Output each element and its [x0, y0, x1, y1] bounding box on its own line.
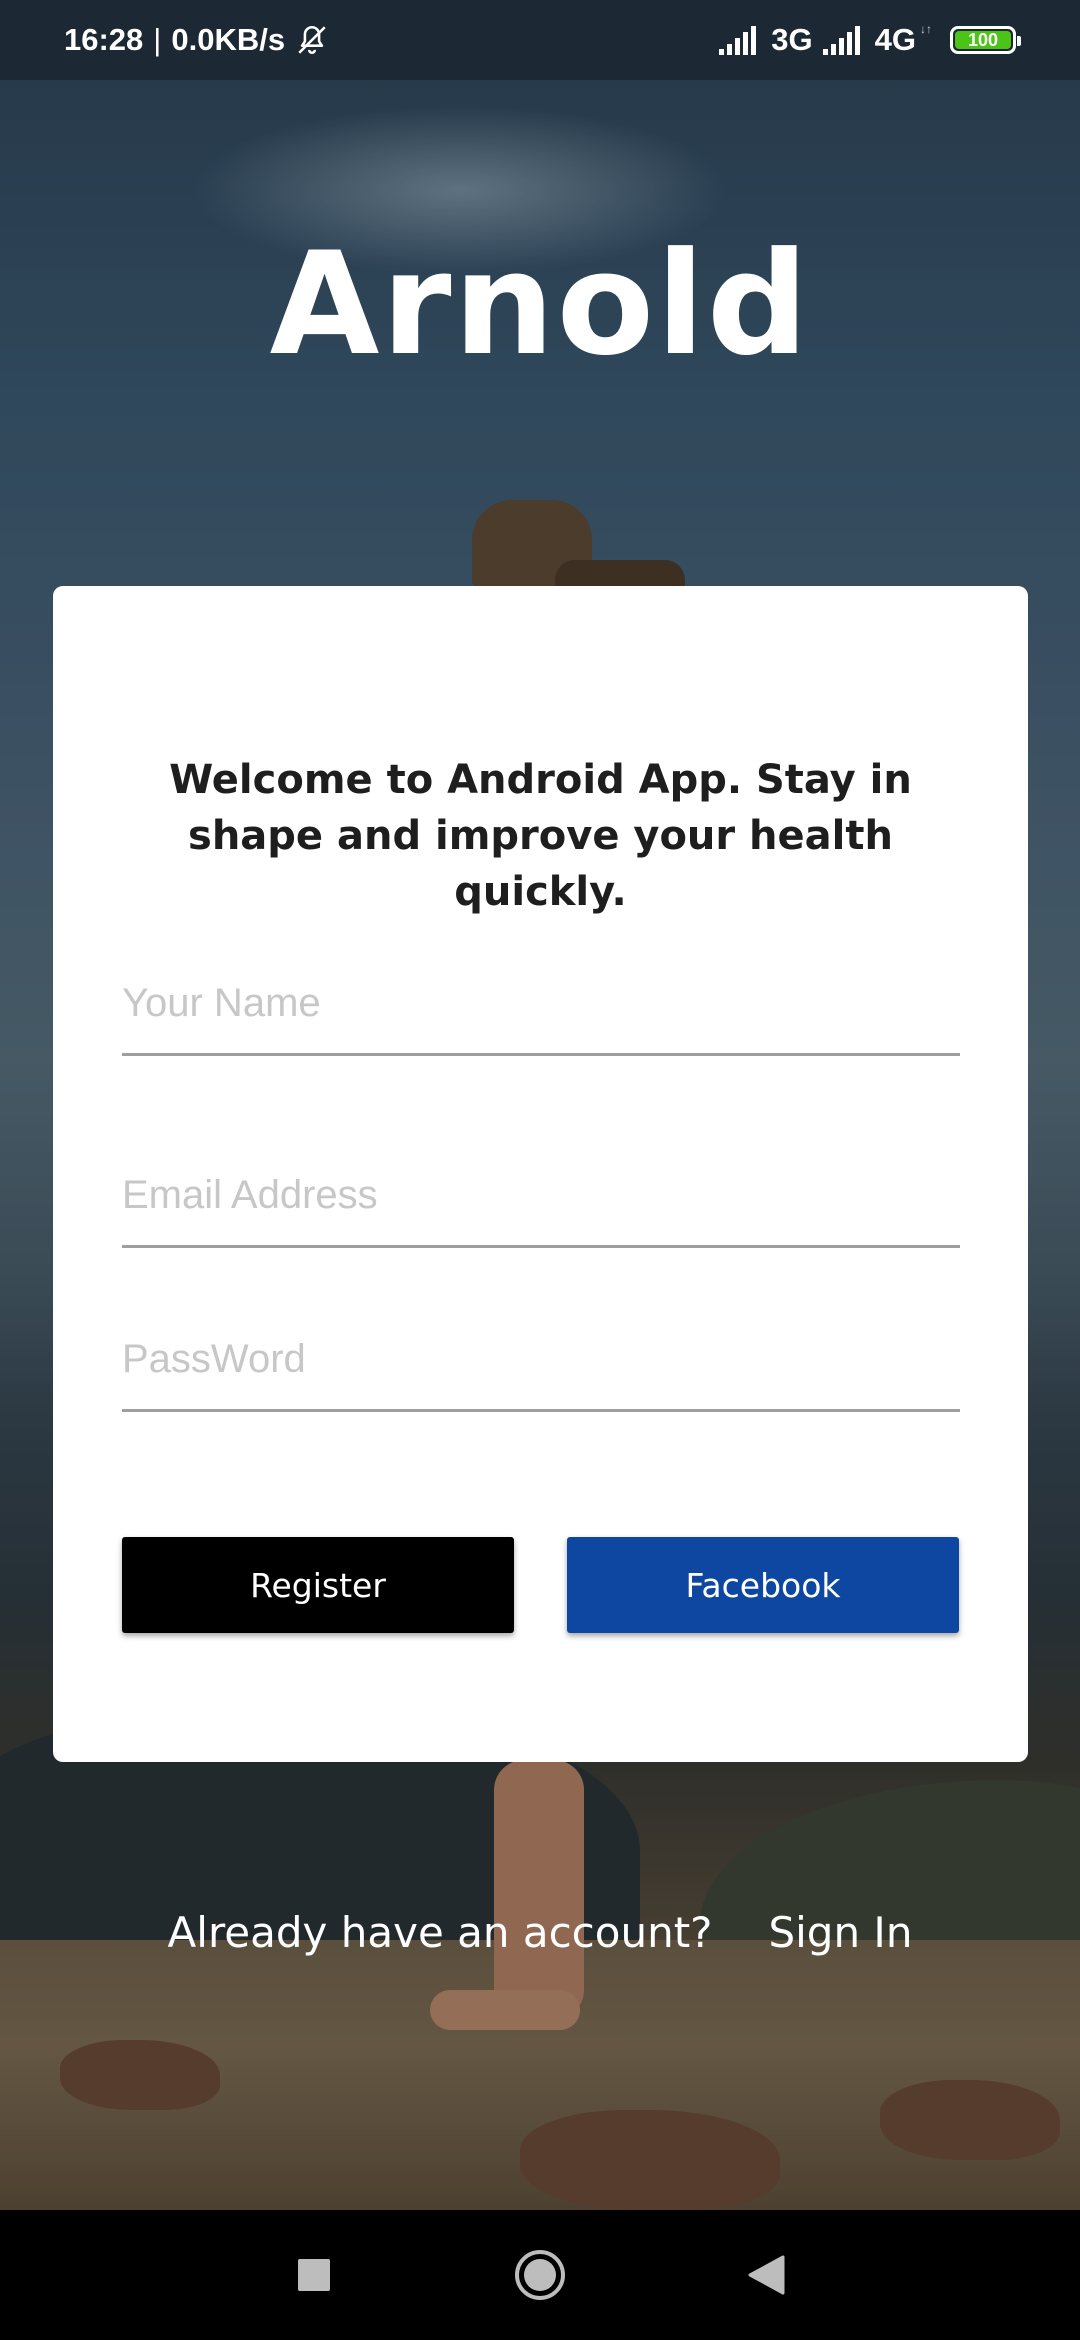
status-time: 16:28	[64, 22, 144, 57]
register-button[interactable]: Register	[122, 1537, 514, 1633]
battery-tip	[1017, 36, 1021, 46]
battery-icon: 100	[950, 26, 1021, 54]
facebook-button[interactable]: Facebook	[567, 1537, 959, 1633]
app-title: Arnold	[269, 222, 811, 387]
status-right: 3G 4G ↓↑ 100	[719, 22, 1021, 58]
bell-off-icon	[298, 25, 326, 54]
network-activity: ↓↑	[920, 22, 932, 36]
signin-question: Already have an account?	[167, 1908, 713, 1957]
circle-home-icon	[515, 2250, 565, 2300]
signin-prompt: Already have an account? Sign In	[0, 1908, 1080, 1957]
triangle-back-icon	[748, 2255, 785, 2295]
password-input[interactable]	[122, 1328, 960, 1412]
back-button[interactable]	[736, 2245, 796, 2305]
status-speed: 0.0KB/s	[171, 22, 286, 57]
network-type-2: 4G	[874, 22, 916, 57]
home-button[interactable]	[510, 2245, 570, 2305]
name-input[interactable]	[122, 972, 960, 1056]
network-type-1: 3G	[771, 22, 813, 57]
status-left: 16:28 | 0.0KB/s	[64, 22, 329, 58]
signin-link[interactable]: Sign In	[768, 1908, 912, 1957]
status-separator: |	[153, 22, 162, 57]
register-card: Welcome to Android App. Stay in shape an…	[53, 586, 1028, 1762]
welcome-text: Welcome to Android App. Stay in shape an…	[169, 757, 912, 915]
recents-button[interactable]	[284, 2245, 344, 2305]
status-bar: 16:28 | 0.0KB/s 3G 4G ↓↑ 100	[0, 0, 1080, 80]
signal-icon	[719, 26, 757, 55]
navigation-bar	[0, 2210, 1080, 2340]
square-recents-icon	[298, 2259, 330, 2291]
screen: 16:28 | 0.0KB/s 3G 4G ↓↑ 100 Arnold Welc…	[0, 0, 1080, 2340]
email-input[interactable]	[122, 1164, 960, 1248]
battery-level: 100	[967, 29, 999, 50]
signal-icon	[822, 26, 860, 55]
